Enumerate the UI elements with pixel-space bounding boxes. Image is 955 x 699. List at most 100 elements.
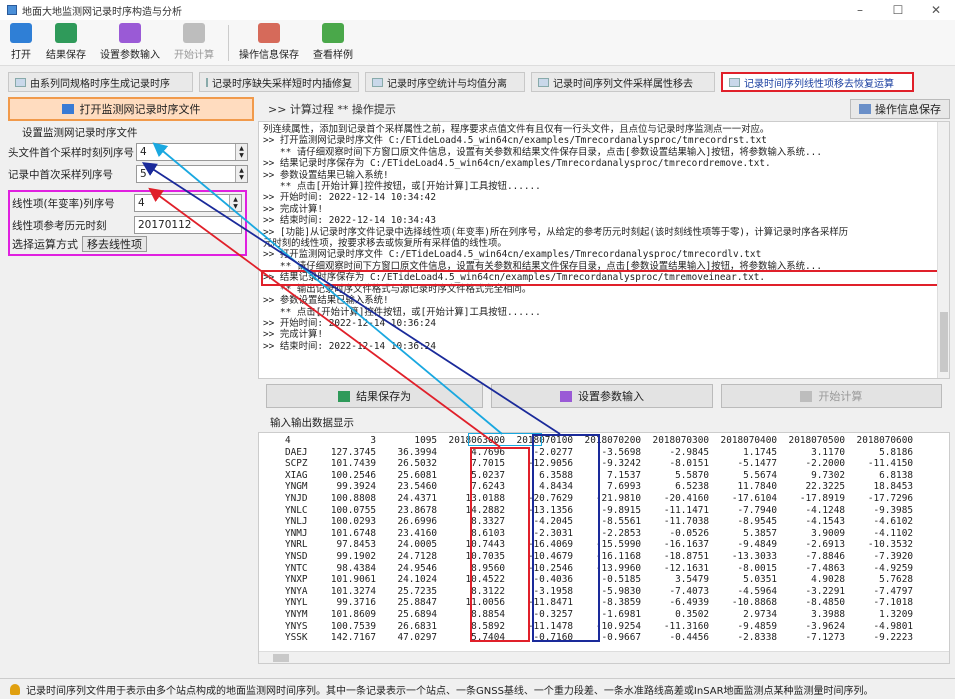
- table-cell: 5.8186: [879, 446, 913, 458]
- io-data-table[interactable]: 4 3 1095 2018063000 2018070100 2018070200 2018…: [258, 432, 950, 664]
- save-as-button[interactable]: 结果保存为: [266, 384, 484, 408]
- log-line: >> 结束时间: 2022-12-14 10:34:43: [263, 215, 436, 227]
- table-cell: 4: [285, 435, 291, 446]
- spin-arrows-icon[interactable]: ▲ ▼: [235, 166, 247, 182]
- table-cell: 101.8609: [330, 608, 376, 620]
- table-cell: -4.1248: [805, 504, 845, 516]
- header-first-column-spinbox[interactable]: 4 ▲ ▼: [136, 143, 248, 161]
- table-cell: -11.1478: [527, 620, 573, 632]
- toolbar-separator: [228, 25, 229, 61]
- save-result-tool-label: 结果保存: [46, 50, 86, 61]
- save-log-button[interactable]: 操作信息保存: [850, 99, 950, 119]
- table-row: YNMJ 101.6748 23.4160 8.6103 -2.3031 -2.2853 -…: [259, 528, 949, 540]
- table-cell: -11.8471: [527, 597, 573, 609]
- table-cell: -11.1471: [663, 504, 709, 516]
- table-cell: -2.0277: [533, 446, 573, 458]
- table-cell: -11.3160: [663, 620, 709, 632]
- open-tool-button[interactable]: 打开: [10, 23, 32, 65]
- tab-mean-separation[interactable]: 记录时序空统计与均值分离: [365, 72, 525, 92]
- table-cell: YNXP: [285, 574, 308, 586]
- save-icon: [55, 23, 77, 43]
- tab-generate-record[interactable]: 由系列同规格时序生成记录时序: [8, 72, 193, 92]
- log-line: ** 点击[开始计算]控件按钮，或[开始计算]工具按钮......: [263, 306, 541, 318]
- table-cell: -16.1168: [595, 550, 641, 562]
- table-cell: 8.5892: [471, 620, 505, 632]
- tab-linear-removal[interactable]: 记录时间序列线性项移去恢复运算: [721, 72, 914, 92]
- table-cell: YNLJ: [285, 516, 308, 528]
- log-line: >> 参数设置结果已输入系统!: [263, 169, 389, 181]
- spinbox-value: 5: [140, 168, 147, 180]
- run-tool-button[interactable]: 开始计算: [174, 23, 214, 65]
- tab-attribute-removal[interactable]: 记录时间序列文件采样属性移去: [531, 72, 715, 92]
- log-lines: 列连续属性，添加到记录首个采样属性之前，程序要求点值文件有且仅有一行头文件，且点…: [261, 124, 947, 352]
- table-cell: -5.9830: [601, 585, 641, 597]
- save-log-tool-button[interactable]: 操作信息保存: [239, 23, 299, 65]
- log-save-icon: [859, 104, 871, 114]
- set-params-tool-button[interactable]: 设置参数输入: [100, 23, 160, 65]
- table-cell: 26.6996: [397, 516, 437, 528]
- table-cell: 2018070500: [788, 435, 845, 446]
- bell-icon: [10, 683, 20, 695]
- table-cell: -2.8338: [737, 632, 777, 644]
- reference-epoch-input[interactable]: 20170112: [134, 216, 242, 234]
- tab-gap-repair[interactable]: 记录时序缺失采样短时内插修复: [199, 72, 359, 92]
- scroll-thumb[interactable]: [940, 312, 948, 372]
- table-cell: 9.7302: [811, 469, 845, 481]
- table-cell: 25.6894: [397, 608, 437, 620]
- set-params-button[interactable]: 设置参数输入: [491, 384, 713, 408]
- open-record-file-button[interactable]: 打开监测网记录时序文件: [8, 97, 254, 121]
- app-icon: [7, 5, 17, 15]
- table-cell: -9.3985: [873, 504, 913, 516]
- table-cell: YNYS: [285, 620, 308, 632]
- table-cell: -3.5698: [601, 446, 641, 458]
- spin-arrows-icon[interactable]: ▲ ▼: [229, 195, 241, 211]
- table-cell: 5.3857: [743, 527, 777, 539]
- field-reference-epoch: 线性项参考历元时刻 20170112: [12, 215, 243, 235]
- log-line: 元时刻的线性项，按要求移去或恢复所有采样值的线性项。: [263, 238, 507, 250]
- log-scrollbar[interactable]: [937, 122, 949, 378]
- log-caption: >> 计算过程 ** 操作提示: [268, 103, 396, 116]
- toolbar: 打开 结果保存 设置参数输入 开始计算 操作信息保存 查看样例: [0, 20, 955, 66]
- tab-icon: [538, 77, 549, 87]
- table-cell: 99.1902: [336, 550, 376, 562]
- table-cell: 11.7840: [737, 481, 777, 493]
- table-cell: 26.6831: [397, 620, 437, 632]
- scroll-thumb[interactable]: [273, 654, 289, 662]
- table-cell: 7.7015: [471, 458, 505, 470]
- table-cell: XIAG: [285, 469, 308, 481]
- log-line: >> 开始时间: 2022-12-14 10:34:42: [263, 192, 436, 204]
- spin-arrows-icon[interactable]: ▲ ▼: [235, 144, 247, 160]
- maximize-button[interactable]: ☐: [879, 0, 917, 20]
- table-cell: 23.4160: [397, 527, 437, 539]
- table-cell: -8.0015: [737, 562, 777, 574]
- tab-icon: [206, 77, 208, 87]
- horizontal-scrollbar[interactable]: [259, 651, 949, 663]
- table-cell: -1.6981: [601, 608, 641, 620]
- table-cell: -16.1637: [663, 539, 709, 551]
- log-output[interactable]: 列连续属性，添加到记录首个采样属性之前，程序要求点值文件有且仅有一行头文件，且点…: [258, 121, 950, 379]
- set-params-tool-label: 设置参数输入: [100, 50, 160, 61]
- table-cell: -0.4036: [533, 574, 573, 586]
- run-button[interactable]: 开始计算: [720, 384, 942, 408]
- linear-column-spinbox[interactable]: 4 ▲ ▼: [134, 194, 242, 212]
- close-button[interactable]: ✕: [917, 0, 955, 20]
- table-cell: 25.6081: [397, 469, 437, 481]
- method-dropdown[interactable]: 移去线性项: [82, 236, 147, 252]
- table-row: SCPZ 101.7439 26.5032 7.7015 -12.9056 -9.3242…: [259, 458, 949, 470]
- field-label: 头文件首个采样时刻列序号: [8, 146, 134, 159]
- table-cell: 100.7539: [330, 620, 376, 632]
- save-result-tool-button[interactable]: 结果保存: [46, 23, 86, 65]
- table-row: YNSD 99.1902 24.7128 10.7035 -10.4679 -16.116…: [259, 551, 949, 563]
- table-cell: -10.8868: [731, 597, 777, 609]
- table-row: YSSK 142.7167 47.0297 5.7404 -0.7160 -0.9667 -…: [259, 632, 949, 644]
- save-as-label: 结果保存为: [356, 390, 412, 403]
- view-sample-tool-button[interactable]: 查看样例: [313, 23, 353, 65]
- table-cell: -9.8915: [601, 504, 641, 516]
- minimize-button[interactable]: –: [841, 0, 879, 20]
- table-cell: -8.9545: [737, 516, 777, 528]
- log-line: >> [功能]从记录时序文件记录中选择线性项(年变率)所在列序号，从给定的参考历…: [263, 226, 849, 238]
- table-cell: 8.9560: [471, 562, 505, 574]
- group-label: 设置监测网记录时序文件: [22, 127, 138, 139]
- table-cell: -8.4850: [805, 597, 845, 609]
- record-first-column-spinbox[interactable]: 5 ▲ ▼: [136, 165, 248, 183]
